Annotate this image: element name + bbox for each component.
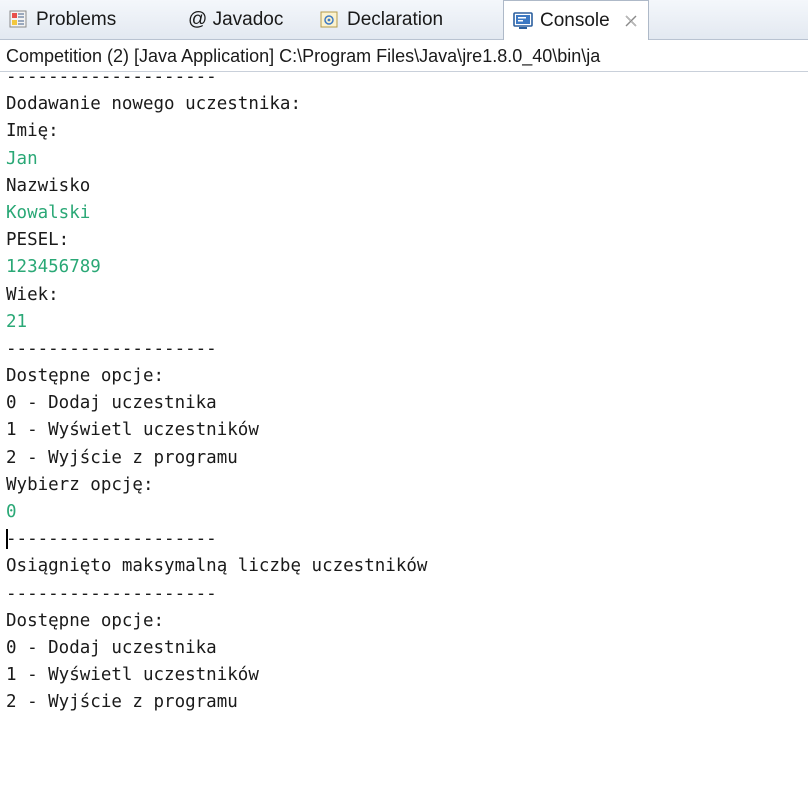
- console-input-line: Jan: [6, 146, 808, 173]
- console-output-line: Dodawanie nowego uczestnika:: [6, 91, 808, 118]
- console-output-line: Wybierz opcję:: [6, 472, 808, 499]
- console-output-line: --------------------: [6, 581, 808, 608]
- console-line-text: Wybierz opcję:: [6, 474, 154, 495]
- console-line-text: Jan: [6, 148, 38, 169]
- console-line-text: --------------------: [6, 529, 217, 550]
- console-line-text: 0: [6, 502, 17, 522]
- console-output-line: --------------------: [6, 72, 808, 91]
- console-output-line: Dostępne opcje:: [6, 363, 808, 390]
- console-line-text: 0 - Dodaj uczestnika: [6, 637, 217, 658]
- console-output[interactable]: -------------------- Dodawanie nowego ucz…: [0, 72, 808, 812]
- console-input-line: 123456789: [6, 254, 808, 281]
- console-view: Problems @ Javadoc Declaration Console C…: [0, 0, 808, 812]
- console-output-line: 0 - Dodaj uczestnika: [6, 390, 808, 417]
- tab-javadoc[interactable]: @ Javadoc: [188, 0, 283, 40]
- console-output-line: 2 - Wyjście z programu: [6, 445, 808, 472]
- console-line-text: Dodawanie nowego uczestnika:: [6, 94, 302, 115]
- console-output-line: 0 - Dodaj uczestnika: [6, 635, 808, 662]
- console-process-label: Competition (2) [Java Application] C:\Pr…: [0, 40, 808, 72]
- console-line-text: 1 - Wyświetl uczestników: [6, 665, 259, 686]
- console-line-text: Dostępne opcje:: [6, 366, 165, 387]
- console-line-text: 1 - Wyświetl uczestników: [6, 420, 259, 441]
- console-line-text: Imię:: [6, 121, 59, 142]
- close-icon[interactable]: [624, 14, 638, 28]
- console-output-line: --------------------: [6, 336, 808, 363]
- tab-console[interactable]: Console: [503, 0, 649, 40]
- console-output-line: 1 - Wyświetl uczestników: [6, 662, 808, 689]
- console-line-text: 2 - Wyjście z programu: [6, 692, 238, 713]
- console-line-text: Wiek:: [6, 284, 59, 305]
- console-output-line: Dostępne opcje:: [6, 608, 808, 635]
- console-line-text: Dostępne opcje:: [6, 610, 165, 631]
- console-line-text: 123456789: [6, 257, 101, 278]
- tab-problems[interactable]: Problems: [8, 0, 116, 40]
- tab-label: Problems: [36, 9, 117, 30]
- console-input-line: Kowalski: [6, 200, 808, 227]
- console-line-text: --------------------: [6, 583, 217, 604]
- tab-label: @ Javadoc: [188, 9, 284, 30]
- console-input-line: 0: [6, 499, 808, 526]
- tab-label: Declaration: [347, 9, 444, 30]
- console-icon: [512, 10, 534, 32]
- declaration-icon: [319, 9, 341, 31]
- console-output-line: 1 - Wyświetl uczestników: [6, 417, 808, 444]
- console-line-text: 2 - Wyjście z programu: [6, 447, 238, 468]
- console-line-text: --------------------: [6, 338, 217, 359]
- console-line-text: Osiągnięto maksymalną liczbę uczestników: [6, 556, 428, 577]
- console-line-text: Kowalski: [6, 202, 91, 223]
- console-line-text: --------------------: [6, 72, 217, 87]
- console-output-line: --------------------: [6, 526, 808, 553]
- view-tab-bar: Problems @ Javadoc Declaration Console: [0, 0, 808, 40]
- console-line-text: Nazwisko: [6, 175, 91, 196]
- console-output-line: PESEL:: [6, 227, 808, 254]
- console-line-text: 0 - Dodaj uczestnika: [6, 393, 217, 414]
- console-line-text: PESEL:: [6, 230, 70, 251]
- console-output-line: Wiek:: [6, 282, 808, 309]
- console-output-line: Nazwisko: [6, 173, 808, 200]
- console-input-line: 21: [6, 309, 808, 336]
- console-line-text: 21: [6, 311, 28, 332]
- tab-declaration[interactable]: Declaration: [319, 0, 443, 40]
- problems-icon: [8, 9, 30, 31]
- console-output-line: Osiągnięto maksymalną liczbę uczestników: [6, 553, 808, 580]
- console-output-line: Imię:: [6, 118, 808, 145]
- console-output-line: 2 - Wyjście z programu: [6, 689, 808, 716]
- tab-label: Console: [540, 9, 610, 31]
